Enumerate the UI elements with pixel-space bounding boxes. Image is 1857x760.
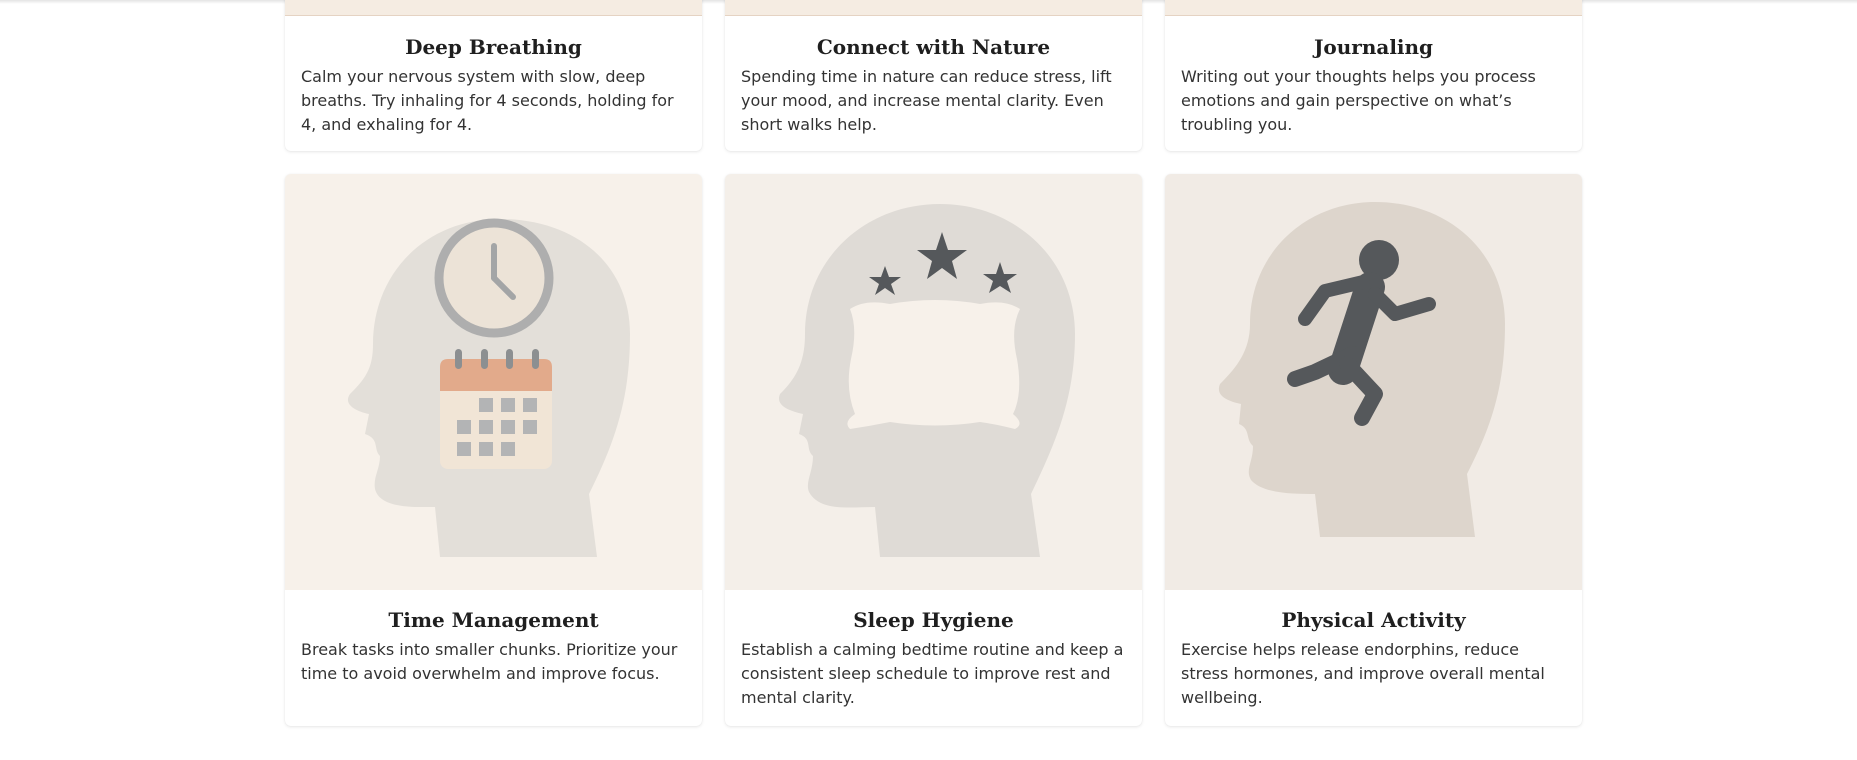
card-image <box>285 0 702 16</box>
card-title: Physical Activity <box>1281 608 1466 632</box>
card-image <box>725 0 1142 16</box>
card-description: Exercise helps release endorphins, reduc… <box>1181 640 1545 707</box>
card-title: Sleep Hygiene <box>853 608 1014 632</box>
card-title: Deep Breathing <box>405 35 582 59</box>
card-description: Break tasks into smaller chunks. Priorit… <box>301 640 678 683</box>
head-running-person-icon <box>1165 174 1582 590</box>
head-clock-calendar-icon <box>285 174 702 590</box>
tip-card-time-management[interactable]: Time Management Break tasks into smaller… <box>285 174 702 726</box>
card-image <box>1165 0 1582 16</box>
card-title: Time Management <box>388 608 599 632</box>
card-description: Calm your nervous system with slow, deep… <box>301 67 674 134</box>
card-title: Journaling <box>1313 35 1434 59</box>
tip-card-physical-activity[interactable]: Physical Activity Exercise helps release… <box>1165 174 1582 726</box>
card-description: Establish a calming bedtime routine and … <box>741 640 1124 707</box>
tips-grid: Deep Breathing Calm your nervous system … <box>285 0 1582 726</box>
head-pillow-stars-icon <box>725 174 1142 590</box>
card-title: Connect with Nature <box>816 35 1051 59</box>
card-description: Writing out your thoughts helps you proc… <box>1181 67 1536 134</box>
tip-card[interactable]: Deep Breathing Calm your nervous system … <box>285 0 702 151</box>
card-description: Spending time in nature can reduce stres… <box>741 67 1112 134</box>
tip-card[interactable]: Journaling Writing out your thoughts hel… <box>1165 0 1582 151</box>
tip-card[interactable]: Connect with Nature Spending time in nat… <box>725 0 1142 151</box>
tip-card-sleep-hygiene[interactable]: Sleep Hygiene Establish a calming bedtim… <box>725 174 1142 726</box>
